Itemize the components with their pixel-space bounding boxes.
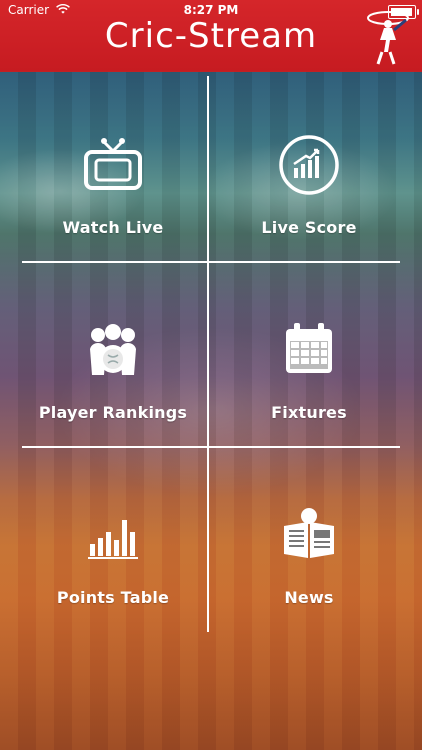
points-table-tile[interactable]: Points Table (18, 448, 208, 631)
fixtures-tile[interactable]: Fixtures (214, 263, 404, 446)
clock: 8:27 PM (183, 3, 239, 17)
chart-circle-icon (278, 134, 340, 196)
live-score-label: Live Score (261, 218, 357, 237)
cricket-player-logo-icon (367, 11, 409, 65)
watch-live-label: Watch Live (62, 218, 164, 237)
fixtures-label: Fixtures (271, 403, 347, 422)
header: Carrier 8:27 PM Cric-Stream (0, 0, 422, 72)
app-title: Cric-Stream (104, 16, 318, 56)
news-label: News (284, 588, 334, 607)
calendar-icon (278, 319, 340, 381)
player-rankings-label: Player Rankings (38, 403, 188, 422)
watch-live-tile[interactable]: Watch Live (18, 78, 208, 261)
players-icon (82, 319, 144, 381)
points-table-label: Points Table (56, 588, 170, 607)
bar-chart-icon (82, 504, 144, 566)
tv-icon (82, 134, 144, 196)
news-icon (278, 504, 340, 566)
news-tile[interactable]: News (214, 448, 404, 631)
player-rankings-tile[interactable]: Player Rankings (18, 263, 208, 446)
live-score-tile[interactable]: Live Score (214, 78, 404, 261)
